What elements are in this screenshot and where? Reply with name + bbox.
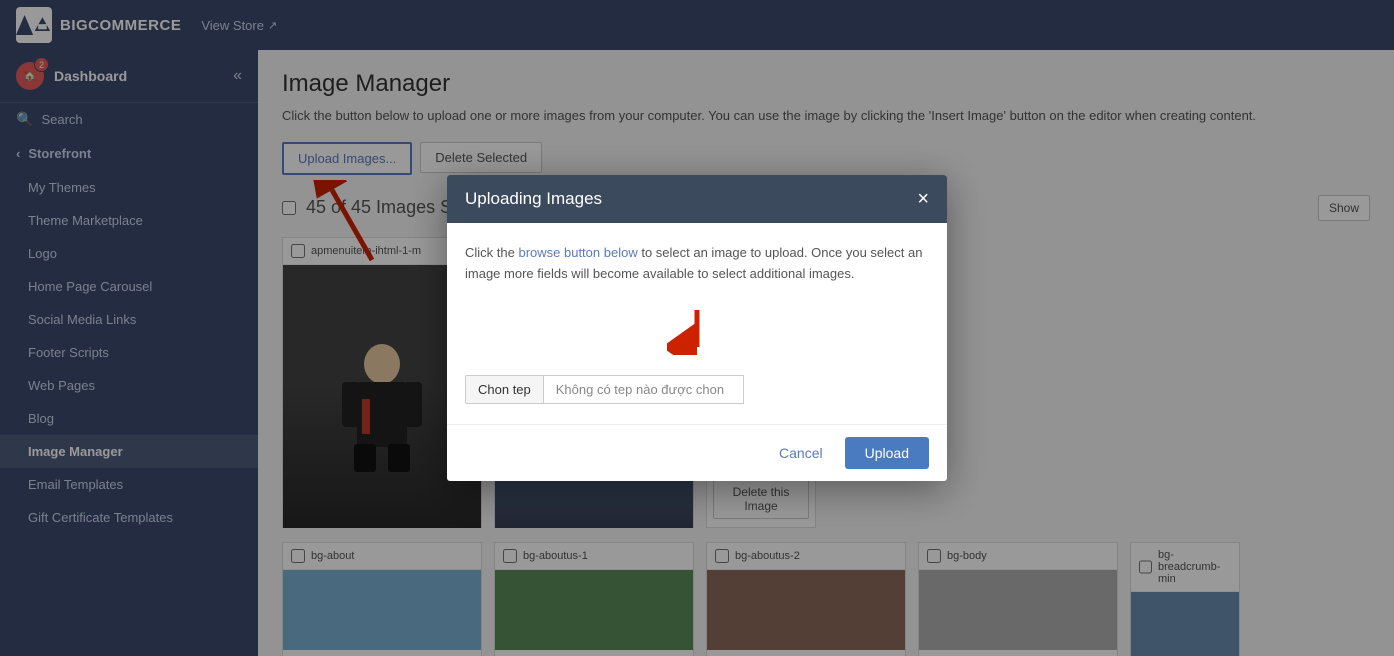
modal-browse-text: browse button below <box>518 245 637 260</box>
file-input-row: Chon tep Không có tep nào được chon <box>465 375 929 404</box>
modal-overlay: Uploading Images × Click the browse butt… <box>0 0 1394 656</box>
cancel-button[interactable]: Cancel <box>767 437 835 469</box>
choose-file-button[interactable]: Chon tep <box>465 375 544 404</box>
modal-title: Uploading Images <box>465 189 602 209</box>
upload-button[interactable]: Upload <box>845 437 929 469</box>
modal-arrow <box>667 305 727 355</box>
modal-description: Click the browse button below to select … <box>465 243 929 355</box>
modal-body: Click the browse button below to select … <box>447 223 947 424</box>
upload-modal: Uploading Images × Click the browse butt… <box>447 175 947 481</box>
modal-footer: Cancel Upload <box>447 424 947 481</box>
file-name-label: Không có tep nào được chon <box>544 375 744 404</box>
modal-close-button[interactable]: × <box>917 189 929 209</box>
modal-header: Uploading Images × <box>447 175 947 223</box>
